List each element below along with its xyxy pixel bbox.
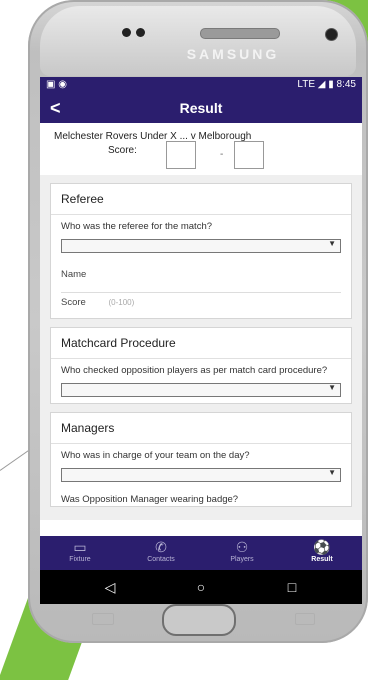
match-teams: Melchester Rovers Under X ... v Melborou… bbox=[54, 131, 251, 142]
dropdown-arrow-icon: ▼ bbox=[328, 239, 336, 248]
hardware-back-key[interactable] bbox=[295, 613, 315, 625]
status-bar: ▣ ◉ LTE ◢ ▮ 8:45 bbox=[40, 77, 362, 93]
network-indicator: LTE bbox=[297, 79, 315, 90]
score-dash: - bbox=[220, 149, 224, 160]
status-right: LTE ◢ ▮ 8:45 bbox=[297, 79, 356, 90]
section-title: Matchcard Procedure bbox=[51, 328, 351, 359]
nav-result[interactable]: ⚽ Result bbox=[282, 536, 362, 570]
section-title: Referee bbox=[51, 184, 351, 215]
away-score-input[interactable] bbox=[234, 141, 264, 169]
section-title: Managers bbox=[51, 413, 351, 444]
nav-label: Contacts bbox=[147, 556, 175, 563]
referee-name-field[interactable]: Name bbox=[51, 259, 351, 292]
home-score-input[interactable] bbox=[166, 141, 196, 169]
referee-select[interactable]: ▼ bbox=[61, 239, 341, 253]
phone-top bbox=[40, 6, 356, 76]
result-form: Melchester Rovers Under X ... v Melborou… bbox=[40, 123, 362, 520]
question-label: Who checked opposition players as per ma… bbox=[61, 365, 328, 376]
system-home-button[interactable]: ○ bbox=[171, 570, 231, 604]
soccer-ball-icon: ⚽ bbox=[313, 539, 331, 555]
nav-label: Fixture bbox=[69, 556, 91, 563]
score-field-hint: (0-100) bbox=[108, 298, 135, 307]
players-icon: ⚇ bbox=[235, 539, 249, 555]
sensor-dot bbox=[136, 28, 145, 37]
earpiece bbox=[200, 28, 280, 39]
referee-score-field[interactable]: Score (0-100) bbox=[51, 293, 351, 318]
bottom-nav: ▭ Fixture ✆ Contacts ⚇ Players ⚽ Result bbox=[40, 536, 362, 570]
phone-screen: ▣ ◉ LTE ◢ ▮ 8:45 < Result Melchester Rov… bbox=[40, 77, 362, 604]
managers-section: Managers Who was in charge of your team … bbox=[50, 412, 352, 507]
phone-icon: ✆ bbox=[155, 539, 167, 555]
question-label: Who was the referee for the match? bbox=[61, 221, 213, 232]
matchcard-select[interactable]: ▼ bbox=[61, 383, 341, 397]
brand-logo: SAMSUNG bbox=[186, 46, 280, 62]
status-left-icons: ▣ ◉ bbox=[46, 79, 67, 90]
front-camera bbox=[325, 28, 338, 41]
system-nav: ◁ ○ □ bbox=[40, 570, 362, 604]
question-label: Was Opposition Manager wearing badge? bbox=[61, 494, 239, 505]
score-label: Score: bbox=[108, 145, 137, 156]
system-recents-button[interactable]: □ bbox=[262, 570, 322, 604]
nav-players[interactable]: ⚇ Players bbox=[202, 536, 282, 570]
matchcard-section: Matchcard Procedure Who checked oppositi… bbox=[50, 327, 352, 404]
referee-section: Referee Who was the referee for the matc… bbox=[50, 183, 352, 319]
calendar-icon: ▭ bbox=[73, 539, 87, 555]
dropdown-arrow-icon: ▼ bbox=[328, 383, 336, 392]
score-field-label: Score bbox=[61, 297, 86, 308]
nav-contacts[interactable]: ✆ Contacts bbox=[121, 536, 201, 570]
page-title: Result bbox=[179, 100, 223, 116]
dropdown-arrow-icon: ▼ bbox=[328, 468, 336, 477]
clock: 8:45 bbox=[336, 79, 356, 90]
hardware-home-button[interactable] bbox=[162, 604, 236, 636]
app-bar: < Result bbox=[40, 93, 362, 123]
manager-select[interactable]: ▼ bbox=[61, 468, 341, 482]
nav-label: Players bbox=[230, 556, 254, 563]
nav-fixture[interactable]: ▭ Fixture bbox=[40, 536, 120, 570]
system-back-button[interactable]: ◁ bbox=[80, 570, 140, 604]
question-label: Who was in charge of your team on the da… bbox=[61, 450, 250, 461]
match-summary: Melchester Rovers Under X ... v Melborou… bbox=[40, 123, 362, 175]
sensor-dot bbox=[122, 28, 131, 37]
nav-label: Result bbox=[311, 556, 333, 563]
hardware-recents-key[interactable] bbox=[92, 613, 114, 625]
